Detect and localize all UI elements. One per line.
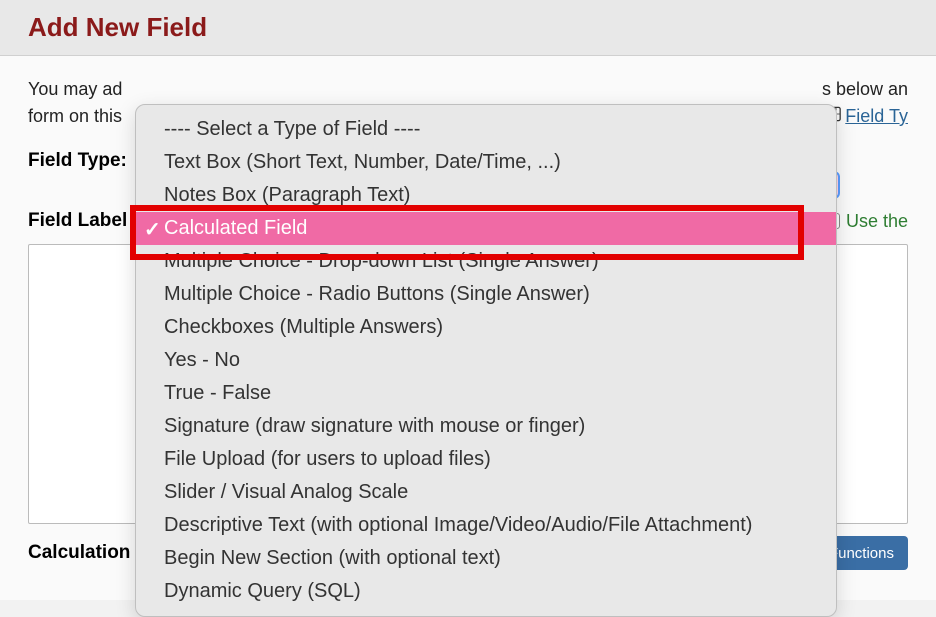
dropdown-item[interactable]: Dynamic Query (SQL)	[136, 575, 836, 608]
video-link-text: Field Ty	[845, 103, 908, 130]
dropdown-item[interactable]: ---- Select a Type of Field ----	[136, 113, 836, 146]
field-type-label: Field Type:	[28, 150, 143, 172]
dropdown-item[interactable]: Slider / Visual Analog Scale	[136, 476, 836, 509]
dropdown-item[interactable]: Text Box (Short Text, Number, Date/Time,…	[136, 146, 836, 179]
dropdown-item[interactable]: Multiple Choice - Radio Buttons (Single …	[136, 278, 836, 311]
dropdown-item[interactable]: True - False	[136, 377, 836, 410]
intro-line1-left: You may ad	[28, 76, 122, 103]
dropdown-item[interactable]: Begin New Section (with optional text)	[136, 542, 836, 575]
dropdown-item[interactable]: Signature (draw signature with mouse or …	[136, 410, 836, 443]
page-title: Add New Field	[28, 12, 908, 43]
dropdown-item[interactable]: Yes - No	[136, 344, 836, 377]
header: Add New Field	[0, 0, 936, 56]
intro-line2-left: form on this	[28, 103, 122, 130]
intro-line1-right: s below an	[822, 76, 908, 103]
dropdown-item[interactable]: Calculated Field	[136, 212, 836, 245]
content-area: You may ad s below an form on this Field…	[0, 56, 936, 600]
dropdown-item[interactable]: Descriptive Text (with optional Image/Vi…	[136, 509, 836, 542]
use-the-text: Use the	[846, 211, 908, 232]
dropdown-item[interactable]: Checkboxes (Multiple Answers)	[136, 311, 836, 344]
dropdown-item[interactable]: Multiple Choice - Drop-down List (Single…	[136, 245, 836, 278]
dropdown-item[interactable]: Notes Box (Paragraph Text)	[136, 179, 836, 212]
field-type-dropdown[interactable]: ---- Select a Type of Field ----Text Box…	[135, 104, 837, 617]
field-label-label: Field Label	[28, 210, 143, 232]
dropdown-item[interactable]: File Upload (for users to upload files)	[136, 443, 836, 476]
